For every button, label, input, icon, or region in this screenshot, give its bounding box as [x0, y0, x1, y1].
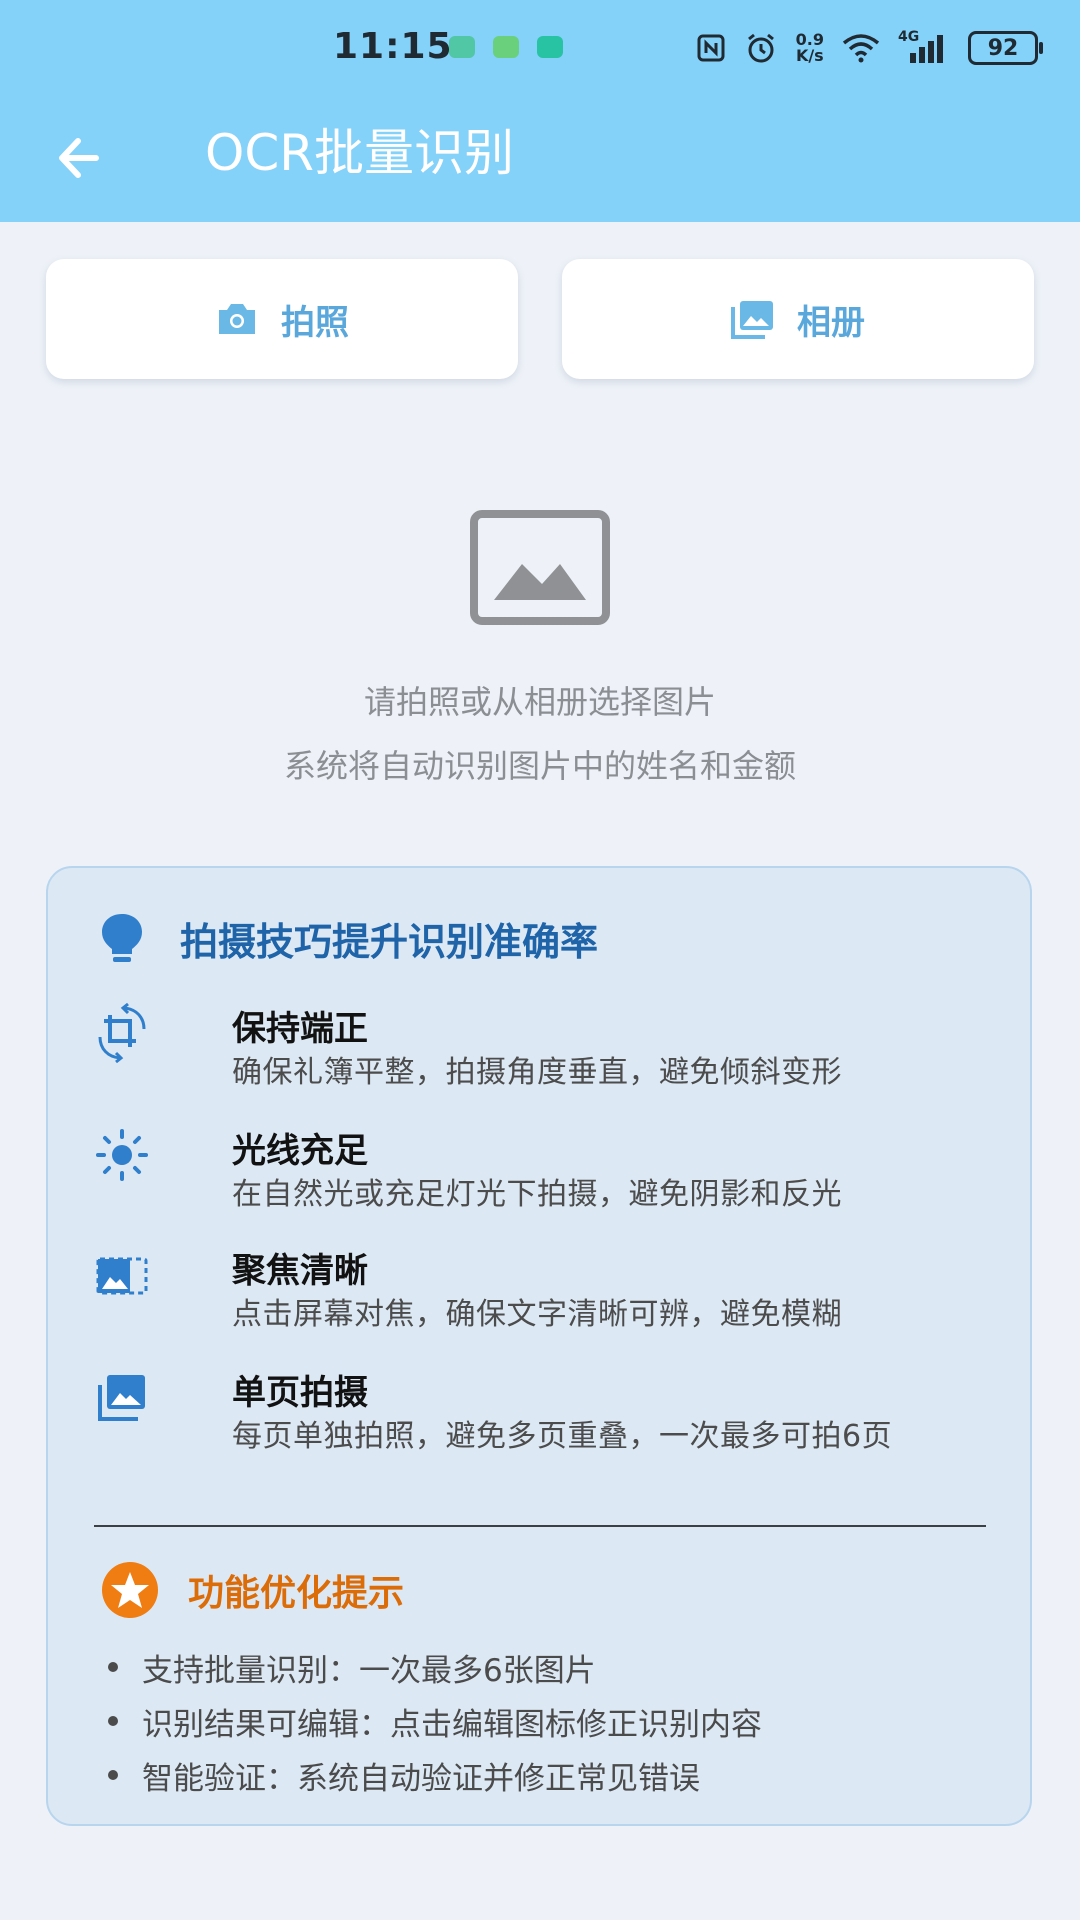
list-item: 智能验证：系统自动验证并修正常见错误: [106, 1748, 986, 1802]
status-icons: 0.9 K/s 4G 92: [696, 26, 1043, 70]
alarm-icon: [747, 33, 774, 63]
tip-title: 光线充足: [232, 1131, 368, 1171]
optimization-header: 功能优化提示: [100, 1558, 404, 1622]
chat-icon: [493, 36, 519, 58]
status-time: 11:15: [333, 26, 453, 67]
album-button[interactable]: 相册: [562, 259, 1034, 379]
empty-hint-primary: 请拍照或从相册选择图片: [363, 683, 716, 721]
crop-rotate-icon: [98, 1003, 146, 1063]
lightbulb-icon: [102, 914, 142, 962]
sun-icon: [96, 1129, 148, 1181]
bullet-dot: [108, 1662, 118, 1672]
tip-title: 单页拍摄: [232, 1373, 368, 1413]
tips-title: 拍摄技巧提升识别准确率: [180, 919, 599, 964]
page-title: OCR批量识别: [205, 124, 515, 182]
battery-indicator: 92: [968, 31, 1043, 65]
app-icon: [537, 36, 563, 58]
divider: [94, 1525, 986, 1527]
signal-strength: 4G: [898, 29, 950, 65]
bullet-dot: [108, 1716, 118, 1726]
bullet-dot: [108, 1770, 118, 1780]
empty-hint-secondary: 系统将自动识别图片中的姓名和金额: [283, 747, 796, 785]
tip-title: 聚焦清晰: [232, 1251, 368, 1291]
notification-icon: [449, 36, 475, 58]
network-speed-unit: K/s: [795, 46, 824, 65]
status-bar: 11:15 0.9 K/s 4G 92: [0, 0, 1080, 96]
signal-icon: [910, 35, 943, 63]
tips-header: 拍摄技巧提升识别准确率: [98, 908, 598, 968]
tip-description: 点击屏幕对焦，确保文字清晰可辨，避免模糊: [232, 1297, 842, 1332]
network-speed: 0.9 K/s: [796, 32, 824, 64]
tips-card: 拍摄技巧提升识别准确率 保持端正 确保礼簿平整，拍摄角度垂直，避免倾斜变形 光线…: [46, 866, 1032, 1826]
list-item: 识别结果可编辑：点击编辑图标修正识别内容: [106, 1694, 986, 1748]
app-bar: [0, 96, 1080, 222]
image-placeholder-icon: [470, 510, 610, 625]
arrow-left-icon: [59, 138, 99, 178]
nfc-icon: [697, 34, 725, 62]
tip-title: 保持端正: [232, 1009, 368, 1049]
list-item-text: 支持批量识别：一次最多6张图片: [142, 1652, 596, 1689]
photo-library-icon: [731, 301, 773, 339]
back-button[interactable]: [48, 127, 110, 189]
camera-label: 拍照: [281, 302, 349, 343]
optimization-list: 支持批量识别：一次最多6张图片 识别结果可编辑：点击编辑图标修正识别内容 智能验…: [106, 1640, 986, 1802]
battery-level: 92: [987, 35, 1019, 61]
photo-library-icon: [98, 1375, 145, 1421]
list-item-text: 识别结果可编辑：点击编辑图标修正识别内容: [142, 1706, 762, 1743]
camera-icon: [219, 304, 255, 334]
star-icon: [102, 1562, 158, 1618]
tip-description: 确保礼簿平整，拍摄角度垂直，避免倾斜变形: [232, 1055, 842, 1090]
focus-image-icon: [96, 1257, 148, 1295]
list-item: 支持批量识别：一次最多6张图片: [106, 1640, 986, 1694]
list-item-text: 智能验证：系统自动验证并修正常见错误: [142, 1760, 700, 1797]
camera-button[interactable]: 拍照: [46, 259, 518, 379]
tip-description: 在自然光或充足灯光下拍摄，避免阴影和反光: [232, 1177, 842, 1212]
optimization-title: 功能优化提示: [188, 1573, 405, 1614]
album-label: 相册: [797, 302, 865, 343]
tip-description: 每页单独拍照，避免多页重叠，一次最多可拍6页: [232, 1419, 893, 1454]
wifi-icon: [842, 34, 880, 63]
